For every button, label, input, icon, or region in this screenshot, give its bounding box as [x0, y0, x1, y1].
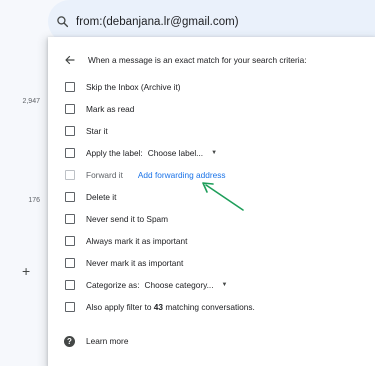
- option-forward: Forward it Add forwarding address: [65, 168, 226, 182]
- option-label: Also apply filter to 43 matching convers…: [86, 302, 255, 312]
- never-spam-checkbox[interactable]: [65, 214, 75, 224]
- option-mark-read[interactable]: Mark as read: [65, 102, 134, 116]
- option-apply-label[interactable]: Apply the label: Choose label... ▼: [65, 146, 217, 160]
- option-label: Categorize as:: [86, 280, 140, 290]
- search-query[interactable]: from:(debanjana.lr@gmail.com): [76, 16, 239, 28]
- category-select-value: Choose category...: [144, 280, 214, 290]
- skip-inbox-checkbox[interactable]: [65, 82, 75, 92]
- plus-icon[interactable]: +: [22, 264, 30, 278]
- also-apply-prefix: Also apply filter to: [86, 302, 152, 312]
- search-icon[interactable]: [56, 15, 70, 29]
- always-important-checkbox[interactable]: [65, 236, 75, 246]
- add-forwarding-address-link[interactable]: Add forwarding address: [138, 170, 226, 180]
- option-label: Always mark it as important: [86, 236, 188, 246]
- filter-options-panel: When a message is an exact match for you…: [48, 37, 375, 366]
- label-select-value: Choose label...: [147, 148, 204, 158]
- inbox-count: 2,947: [22, 98, 40, 105]
- option-delete[interactable]: Delete it: [65, 190, 116, 204]
- gmail-filter-screen: 2,947 176 + from:(debanjana.lr@gmail.com…: [0, 0, 375, 366]
- dropdown-caret-icon: ▼: [211, 150, 218, 156]
- option-label: Star it: [86, 126, 108, 136]
- option-never-important[interactable]: Never mark it as important: [65, 256, 183, 270]
- option-label: Skip the Inbox (Archive it): [86, 82, 181, 92]
- also-apply-suffix: matching conversations.: [165, 302, 255, 312]
- option-never-spam[interactable]: Never send it to Spam: [65, 212, 168, 226]
- folder-count: 176: [28, 197, 40, 204]
- categorize-checkbox[interactable]: [65, 280, 75, 290]
- filter-header: When a message is an exact match for you…: [64, 53, 307, 67]
- label-select[interactable]: Choose label... ▼: [148, 148, 217, 158]
- option-label: Never mark it as important: [86, 258, 184, 268]
- star-checkbox[interactable]: [65, 126, 75, 136]
- option-label: Never send it to Spam: [86, 214, 169, 224]
- help-icon: ?: [64, 335, 75, 347]
- filter-criteria-heading: When a message is an exact match for you…: [88, 55, 307, 65]
- learn-more-link[interactable]: Learn more: [86, 336, 128, 346]
- option-star[interactable]: Star it: [65, 124, 108, 138]
- option-always-important[interactable]: Always mark it as important: [65, 234, 187, 248]
- forward-checkbox[interactable]: [65, 170, 75, 180]
- also-apply-checkbox[interactable]: [65, 302, 75, 312]
- option-label: Forward it: [86, 170, 123, 180]
- option-label: Apply the label:: [86, 148, 143, 158]
- apply-label-checkbox[interactable]: [65, 148, 75, 158]
- mark-read-checkbox[interactable]: [65, 104, 75, 114]
- option-label: Mark as read: [86, 104, 135, 114]
- option-also-apply[interactable]: Also apply filter to 43 matching convers…: [65, 300, 255, 314]
- option-skip-inbox[interactable]: Skip the Inbox (Archive it): [65, 80, 181, 94]
- arrow-back-icon[interactable]: [64, 53, 78, 67]
- matching-count: 43: [153, 302, 164, 312]
- option-label: Delete it: [86, 192, 117, 202]
- category-select[interactable]: Choose category... ▼: [145, 280, 228, 290]
- learn-more-row[interactable]: ? Learn more: [64, 334, 128, 348]
- dropdown-caret-icon: ▼: [221, 282, 228, 288]
- option-categorize[interactable]: Categorize as: Choose category... ▼: [65, 278, 227, 292]
- delete-checkbox[interactable]: [65, 192, 75, 202]
- never-important-checkbox[interactable]: [65, 258, 75, 268]
